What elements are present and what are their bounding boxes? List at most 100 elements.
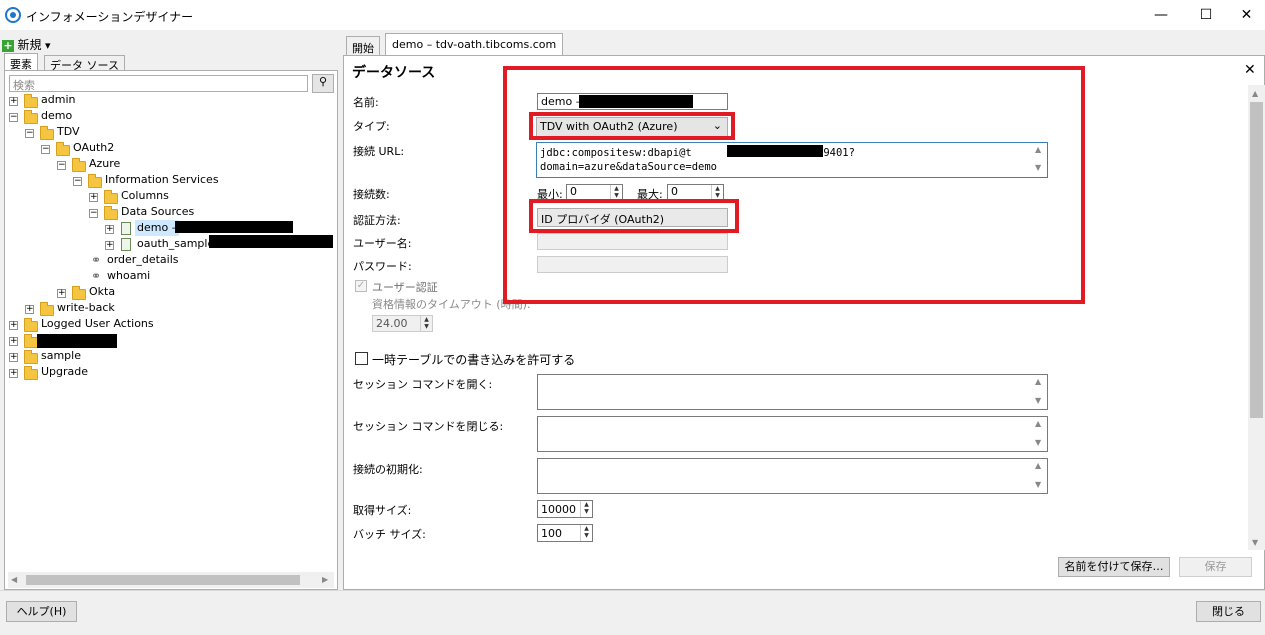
tree-node-order-details[interactable]: order_details	[107, 252, 178, 268]
app-icon	[5, 7, 21, 23]
expand-icon[interactable]: +	[9, 97, 18, 106]
url-label: 接続 URL:	[353, 145, 405, 158]
footer-bar	[0, 590, 1265, 635]
stepper-arrows-icon[interactable]: ▲ ▼	[420, 316, 432, 331]
tab-demo-datasource[interactable]: demo – tdv-oath.tibcoms.com	[385, 33, 564, 56]
tree-node-demo[interactable]: demo	[41, 108, 72, 124]
folder-icon	[24, 318, 38, 332]
folder-icon	[40, 302, 54, 316]
redaction	[209, 235, 333, 248]
tree-node-oauth-sample[interactable]: oauth_sample	[137, 236, 214, 252]
scroll-up-icon[interactable]: ▲	[1035, 419, 1041, 428]
close-button[interactable]: 閉じる	[1196, 601, 1261, 622]
redaction	[37, 334, 117, 348]
scroll-down-icon[interactable]: ▼	[1035, 438, 1041, 447]
conn-init-textarea[interactable]	[537, 458, 1048, 494]
folder-icon	[88, 174, 102, 188]
tree-node-tdv[interactable]: TDV	[57, 124, 80, 140]
tree-node-information-services[interactable]: Information Services	[105, 172, 219, 188]
search-input[interactable]: 検索	[9, 75, 308, 92]
scroll-down-icon[interactable]: ▼	[1035, 396, 1041, 405]
tree-node-whoami[interactable]: whoami	[107, 268, 150, 284]
expand-icon[interactable]: +	[9, 321, 18, 330]
expand-icon[interactable]: +	[105, 225, 114, 234]
title-bar: インフォメーションデザイナー — ☐ ✕	[0, 0, 1265, 30]
expand-icon[interactable]: +	[105, 241, 114, 250]
scroll-down-icon[interactable]: ▼	[1252, 538, 1258, 547]
expand-icon[interactable]: +	[9, 369, 18, 378]
batch-size-stepper[interactable]: 100 ▲ ▼	[537, 524, 593, 542]
tab-elements[interactable]: 要素	[4, 53, 38, 71]
scroll-up-icon[interactable]: ▲	[1252, 89, 1258, 98]
close-icon[interactable]: ✕	[1244, 62, 1256, 78]
expand-icon[interactable]: +	[9, 353, 18, 362]
collapse-icon[interactable]: −	[89, 209, 98, 218]
stepper-arrows-icon[interactable]: ▲ ▼	[580, 525, 592, 541]
data-source-icon	[121, 222, 131, 235]
auth-label: 認証方法:	[353, 214, 401, 227]
add-icon: +	[2, 39, 14, 52]
tree-node-upgrade[interactable]: Upgrade	[41, 364, 88, 380]
timeout-value: 24.00	[376, 317, 408, 330]
close-window-button[interactable]: ✕	[1228, 0, 1265, 30]
scrollbar-thumb[interactable]	[26, 575, 300, 585]
folder-icon	[24, 110, 38, 124]
tree-node-columns[interactable]: Columns	[121, 188, 169, 204]
type-label: タイプ:	[353, 120, 390, 133]
tree-node-ds-demo[interactable]: demo –	[135, 220, 180, 236]
collapse-icon[interactable]: −	[25, 129, 34, 138]
highlight-box	[529, 199, 739, 233]
user-auth-checkbox[interactable]: ✓	[355, 280, 367, 292]
highlight-box	[529, 112, 735, 140]
new-button[interactable]: + 新規 ▾	[2, 36, 51, 53]
expand-icon[interactable]: +	[25, 305, 34, 314]
tab-data-sources[interactable]: データ ソース	[44, 55, 125, 72]
scroll-right-icon[interactable]: ▶	[322, 575, 328, 584]
tree-node-write-back[interactable]: write-back	[57, 300, 115, 316]
fetch-size-stepper[interactable]: 10000 ▲ ▼	[537, 500, 593, 518]
tab-start[interactable]: 開始	[346, 36, 380, 56]
tree-node-sample[interactable]: sample	[41, 348, 81, 364]
close-session-textarea[interactable]	[537, 416, 1048, 452]
temp-table-checkbox[interactable]	[355, 352, 368, 365]
expand-icon[interactable]: +	[57, 289, 66, 298]
save-button[interactable]: 保存	[1179, 557, 1252, 577]
collapse-icon[interactable]: −	[9, 113, 18, 122]
link-icon: ⚭	[91, 269, 102, 283]
fetch-size-value: 10000	[541, 503, 576, 516]
scroll-left-icon[interactable]: ◀	[11, 575, 17, 584]
tree-node-logged-user-actions[interactable]: Logged User Actions	[41, 316, 154, 332]
tree-node-data-sources[interactable]: Data Sources	[121, 204, 194, 220]
folder-icon	[72, 158, 86, 172]
collapse-icon[interactable]: −	[41, 145, 50, 154]
folder-icon	[104, 206, 118, 220]
folder-icon	[24, 334, 38, 348]
scroll-up-icon[interactable]: ▲	[1035, 461, 1041, 470]
tree-node-oauth2[interactable]: OAuth2	[73, 140, 114, 156]
tree-node-azure[interactable]: Azure	[89, 156, 120, 172]
tree-node-admin[interactable]: admin	[41, 92, 75, 108]
scrollbar-thumb[interactable]	[1250, 102, 1263, 418]
search-icon[interactable]: ⚲	[312, 74, 334, 93]
stepper-arrows-icon[interactable]: ▲ ▼	[580, 501, 592, 517]
folder-icon	[72, 286, 86, 300]
batch-size-value: 100	[541, 527, 562, 540]
user-auth-label: ユーザー認証	[372, 281, 438, 294]
help-button[interactable]: ヘルプ(H)	[6, 601, 77, 622]
password-label: パスワード:	[353, 260, 412, 273]
minimize-button[interactable]: —	[1138, 0, 1184, 30]
collapse-icon[interactable]: −	[73, 177, 82, 186]
maximize-button[interactable]: ☐	[1183, 0, 1229, 30]
tree-node-okta[interactable]: Okta	[89, 284, 115, 300]
collapse-icon[interactable]: −	[57, 161, 66, 170]
save-as-button[interactable]: 名前を付けて保存…	[1058, 557, 1170, 577]
expand-icon[interactable]: +	[9, 337, 18, 346]
scroll-down-icon[interactable]: ▼	[1035, 480, 1041, 489]
redaction	[175, 221, 293, 233]
expand-icon[interactable]: +	[89, 193, 98, 202]
open-session-textarea[interactable]	[537, 374, 1048, 410]
credential-timeout-stepper[interactable]: 24.00 ▲ ▼	[372, 315, 433, 332]
fetch-size-label: 取得サイズ:	[353, 504, 412, 517]
scroll-up-icon[interactable]: ▲	[1035, 377, 1041, 386]
data-source-icon	[121, 238, 131, 251]
